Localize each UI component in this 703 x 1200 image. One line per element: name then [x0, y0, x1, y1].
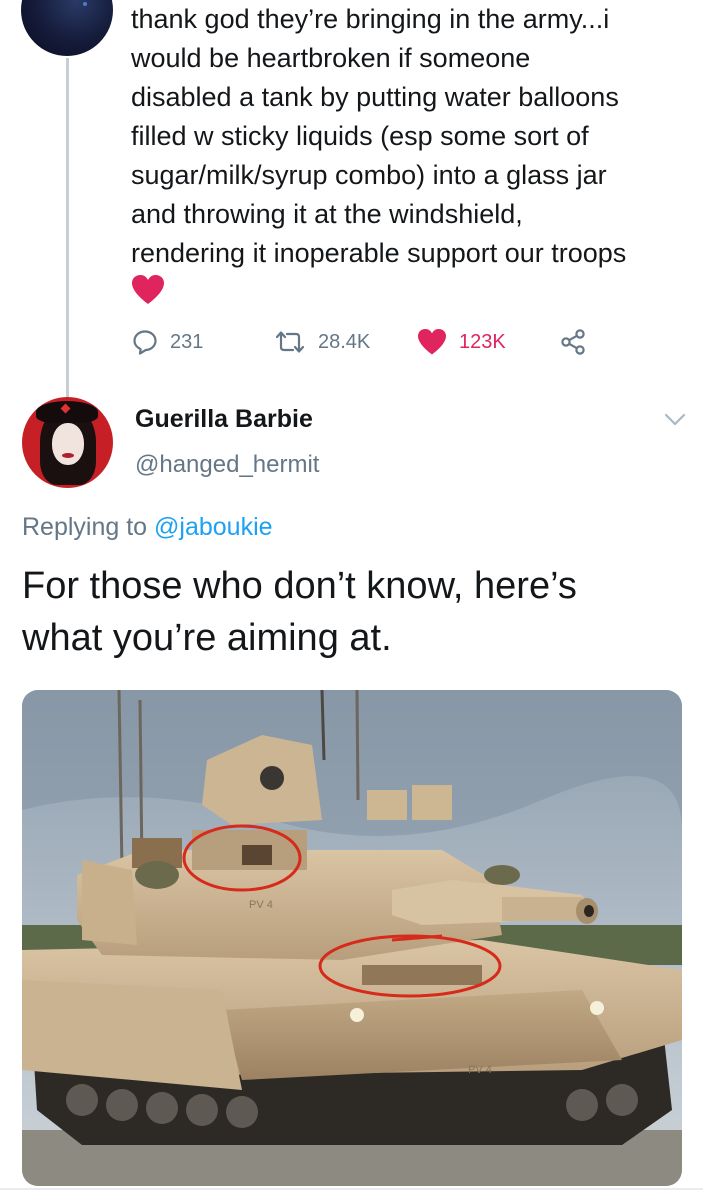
like-icon — [418, 329, 446, 355]
replying-to-mention[interactable]: @jaboukie — [154, 513, 273, 541]
author-handle[interactable]: @hanged_hermit — [135, 451, 319, 479]
retweet-button[interactable]: 28.4K — [274, 326, 370, 358]
author-display-name[interactable]: Guerilla Barbie — [135, 405, 313, 434]
previous-tweet-actions: 231 28.4K 123K — [132, 326, 692, 358]
replying-to: Replying to @jaboukie — [22, 513, 273, 542]
share-icon — [561, 329, 585, 355]
replying-to-label: Replying to — [22, 513, 155, 541]
share-button[interactable] — [559, 326, 587, 358]
hull-plate-marking: PV 4 — [468, 1064, 492, 1076]
chevron-down-icon[interactable] — [664, 413, 686, 427]
previous-author-avatar[interactable] — [21, 0, 113, 56]
tweet-divider — [0, 1188, 703, 1190]
reply-tweet-text: For those who don’t know, here’s what yo… — [22, 565, 577, 659]
retweet-count: 28.4K — [318, 330, 371, 353]
author-avatar[interactable] — [22, 397, 113, 488]
retweet-icon — [275, 331, 305, 353]
tank-photo: PV 4 PV 4 — [22, 690, 682, 1186]
reply-button[interactable]: 231 — [132, 326, 203, 358]
red-heart-emoji — [132, 275, 164, 304]
like-count: 123K — [459, 330, 506, 353]
thread-line — [66, 58, 69, 398]
reply-icon — [133, 330, 157, 355]
previous-tweet-text: thank god they’re bringing in the army..… — [131, 4, 627, 268]
like-button[interactable]: 123K — [417, 326, 506, 358]
reply-count: 231 — [170, 330, 204, 353]
tweet-image[interactable]: PV 4 PV 4 — [22, 690, 682, 1186]
upper-plate-marking: PV 4 — [249, 899, 273, 911]
